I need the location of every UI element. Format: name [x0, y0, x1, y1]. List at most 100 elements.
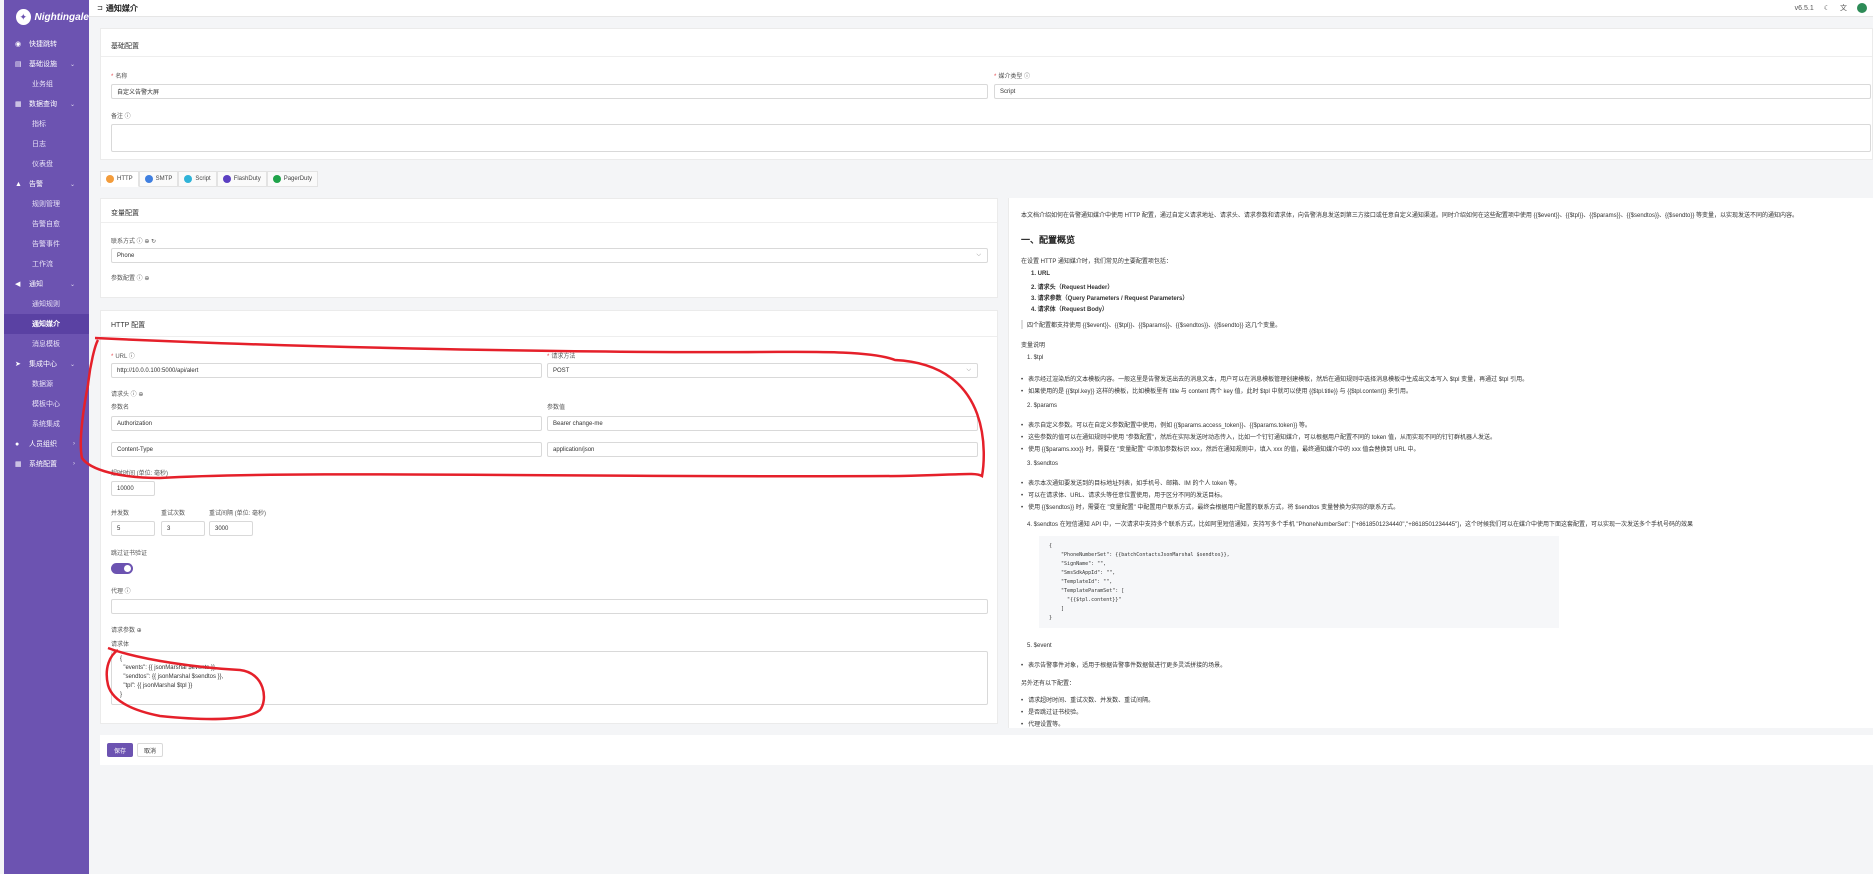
- bell-icon: ◀: [15, 281, 21, 288]
- doc-bullet: 表示经过渲染后的文本模板内容。一般这里是告警发送出去的消息文本，用户可以在消息模…: [1021, 374, 1528, 383]
- user-icon: ●: [15, 440, 20, 448]
- code-line: "{{$tpl.content}}": [1049, 597, 1122, 603]
- cancel-button[interactable]: 取消: [137, 743, 163, 757]
- doc-bullet: 可以在请求体、URL、请求头等任意位置使用，用于区分不同的发送目标。: [1021, 490, 1226, 499]
- database-icon: ▦: [15, 101, 22, 108]
- sidebar-group[interactable]: ▦ 系统配置 ›: [4, 454, 89, 474]
- concurrency-input[interactable]: 5: [111, 521, 155, 536]
- tab-flashduty[interactable]: FlashDuty: [216, 171, 267, 187]
- body-line: "sendtos": {{ jsonMarshal $sendtos }},: [120, 674, 224, 680]
- sidebar-group[interactable]: ➤ 集成中心 ⌄: [4, 354, 89, 374]
- avatar[interactable]: [1857, 3, 1867, 13]
- doc-overview: 在设置 HTTP 通知媒介时，我们常见的主要配置项包括：: [1021, 259, 1172, 265]
- retry-label: 重试次数: [161, 511, 186, 517]
- version-label[interactable]: v6.5.1: [1795, 5, 1814, 12]
- tab-http[interactable]: HTTP: [100, 171, 139, 187]
- header-name-input[interactable]: Authorization: [111, 416, 542, 431]
- header-name-input[interactable]: Content-Type: [111, 442, 542, 457]
- divider: [101, 56, 1872, 57]
- param-value-header: 参数值: [547, 405, 566, 411]
- doc-bullet: 代理设置等。: [1021, 719, 1064, 728]
- method-select[interactable]: POST ⌵: [547, 363, 978, 378]
- doc-list-item: 1. URL: [1031, 271, 1051, 277]
- media-type-input[interactable]: Script: [994, 84, 1871, 99]
- doc-other-title: 另外还有以下配置：: [1021, 681, 1076, 687]
- media-type-label: * 媒介类型 ⓘ: [994, 74, 1031, 80]
- chevron-icon: ⌄: [69, 101, 75, 108]
- sidebar-item[interactable]: 通知媒介: [4, 314, 89, 334]
- http-config-title: HTTP 配置: [111, 322, 146, 329]
- sidebar-group[interactable]: ▦ 数据查询 ⌄: [4, 94, 89, 114]
- sidebar-item[interactable]: 仪表盘: [4, 154, 89, 174]
- sidebar-item[interactable]: 系统集成: [4, 414, 89, 434]
- doc-intro: 本文档介绍如何在告警通知媒介中使用 HTTP 配置，通过自定义请求地址、请求头、…: [1021, 213, 1799, 219]
- url-input[interactable]: http://10.0.0.100:5000/api/alert: [111, 363, 542, 378]
- translate-icon[interactable]: 文: [1840, 3, 1847, 13]
- http-config-card: HTTP 配置 * URL ⓘ http://10.0.0.100:5000/ap…: [100, 310, 998, 724]
- tab-script[interactable]: Script: [178, 171, 217, 187]
- doc-event-title: 5. $event: [1027, 643, 1052, 649]
- doc-code-block: { "PhoneNumberSet": {{batchContactsJsonM…: [1039, 536, 1559, 628]
- tab-label: HTTP: [117, 176, 133, 182]
- note-textarea[interactable]: [111, 124, 1871, 152]
- param-config-label: 参数配置 ⓘ ⊕: [111, 276, 150, 282]
- skip-tls-toggle[interactable]: [111, 563, 133, 574]
- save-button[interactable]: 保存: [107, 743, 133, 757]
- flashduty-icon: [222, 175, 231, 183]
- sidebar-group[interactable]: ◀ 通知 ⌄: [4, 274, 89, 294]
- sidebar-item[interactable]: 业务组: [4, 74, 89, 94]
- contact-select[interactable]: Phone ⌵: [111, 248, 988, 263]
- topbar-actions: v6.5.1 ☾ 文: [1795, 3, 1867, 13]
- sidebar-group[interactable]: ● 人员组织 ›: [4, 434, 89, 454]
- header-value-input[interactable]: Bearer change-me: [547, 416, 978, 431]
- chevron-down-icon: ⌵: [976, 252, 981, 258]
- proxy-input[interactable]: [111, 599, 988, 614]
- name-label: * 名称: [111, 74, 128, 80]
- server-icon: ▤: [15, 61, 22, 68]
- tab-smtp[interactable]: SMTP: [138, 171, 179, 187]
- sidebar-item[interactable]: 告警自愈: [4, 214, 89, 234]
- moon-icon[interactable]: ☾: [1824, 4, 1830, 12]
- doc-heading-overview: 一、配置概览: [1021, 235, 1076, 245]
- body-line: "events": {{ jsonMarshal $events }},: [120, 665, 217, 671]
- menu-toggle-icon[interactable]: ⊐: [97, 4, 103, 12]
- doc-bullet: 使用 {{$params.xxx}} 时，需要在 "变量配置" 中添加参数标识 …: [1021, 444, 1419, 453]
- sidebar-item[interactable]: 指标: [4, 114, 89, 134]
- sidebar-group[interactable]: ◉ 快捷跳转: [4, 34, 89, 54]
- chevron-icon: ›: [73, 461, 75, 467]
- sidebar-item[interactable]: 日志: [4, 134, 89, 154]
- request-body-label: 请求体: [111, 642, 130, 648]
- body-line: {: [120, 656, 123, 662]
- sidebar-item[interactable]: 告警事件: [4, 234, 89, 254]
- basic-config-title: 基础配置: [111, 43, 139, 50]
- top-bar: ⊐ 通知媒介 v6.5.1 ☾ 文: [89, 0, 1873, 17]
- sidebar-item[interactable]: 通知规则: [4, 294, 89, 314]
- sidebar-group[interactable]: ▤ 基础设施 ⌄: [4, 54, 89, 74]
- retry-input[interactable]: 3: [161, 521, 205, 536]
- sidebar-item-label: 告警: [29, 181, 43, 188]
- sidebar-item[interactable]: 数据源: [4, 374, 89, 394]
- skip-tls-label: 跳过证书验证: [111, 551, 148, 557]
- note-label: 备注 ⓘ: [111, 114, 131, 120]
- variable-config-card: 变量配置 联系方式 ⓘ ⊕ ↻ Phone ⌵ 参数配置 ⓘ ⊕: [100, 198, 998, 298]
- sidebar-item[interactable]: 模板中心: [4, 394, 89, 414]
- retry-interval-input[interactable]: 3000: [209, 521, 253, 536]
- sidebar-item[interactable]: 工作流: [4, 254, 89, 274]
- sidebar-item[interactable]: 消息模板: [4, 334, 89, 354]
- name-input[interactable]: 自定义告警大屏: [111, 84, 988, 99]
- timeout-input[interactable]: 10000: [111, 481, 155, 496]
- app-logo[interactable]: ✦ Nightingale: [4, 0, 89, 34]
- tab-pagerduty[interactable]: PagerDuty: [266, 171, 319, 187]
- basic-config-card: 基础配置 * 名称 自定义告警大屏 * 媒介类型 ⓘ Script 备注 ⓘ: [100, 28, 1873, 160]
- request-body-editor[interactable]: { "events": {{ jsonMarshal $events }}, "…: [111, 651, 988, 705]
- doc-bullet: 请求超时时间、重试次数、并发数、重试间隔。: [1021, 695, 1154, 704]
- chevron-icon: ⌄: [69, 181, 75, 188]
- header-value-input[interactable]: application/json: [547, 442, 978, 457]
- sidebar-group[interactable]: ▲ 告警 ⌄: [4, 174, 89, 194]
- app-name: Nightingale: [34, 11, 89, 23]
- sidebar-item[interactable]: 规则管理: [4, 194, 89, 214]
- doc-sendtos-sms: 4. $sendtos 在短信通知 API 中，一次请求中支持多个联系方式，比如…: [1027, 522, 1693, 528]
- channel-tabs: HTTP SMTP Script FlashDuty PagerDuty: [100, 171, 319, 187]
- chevron-icon: ⌄: [69, 281, 75, 288]
- rocket-icon: ➤: [15, 361, 21, 368]
